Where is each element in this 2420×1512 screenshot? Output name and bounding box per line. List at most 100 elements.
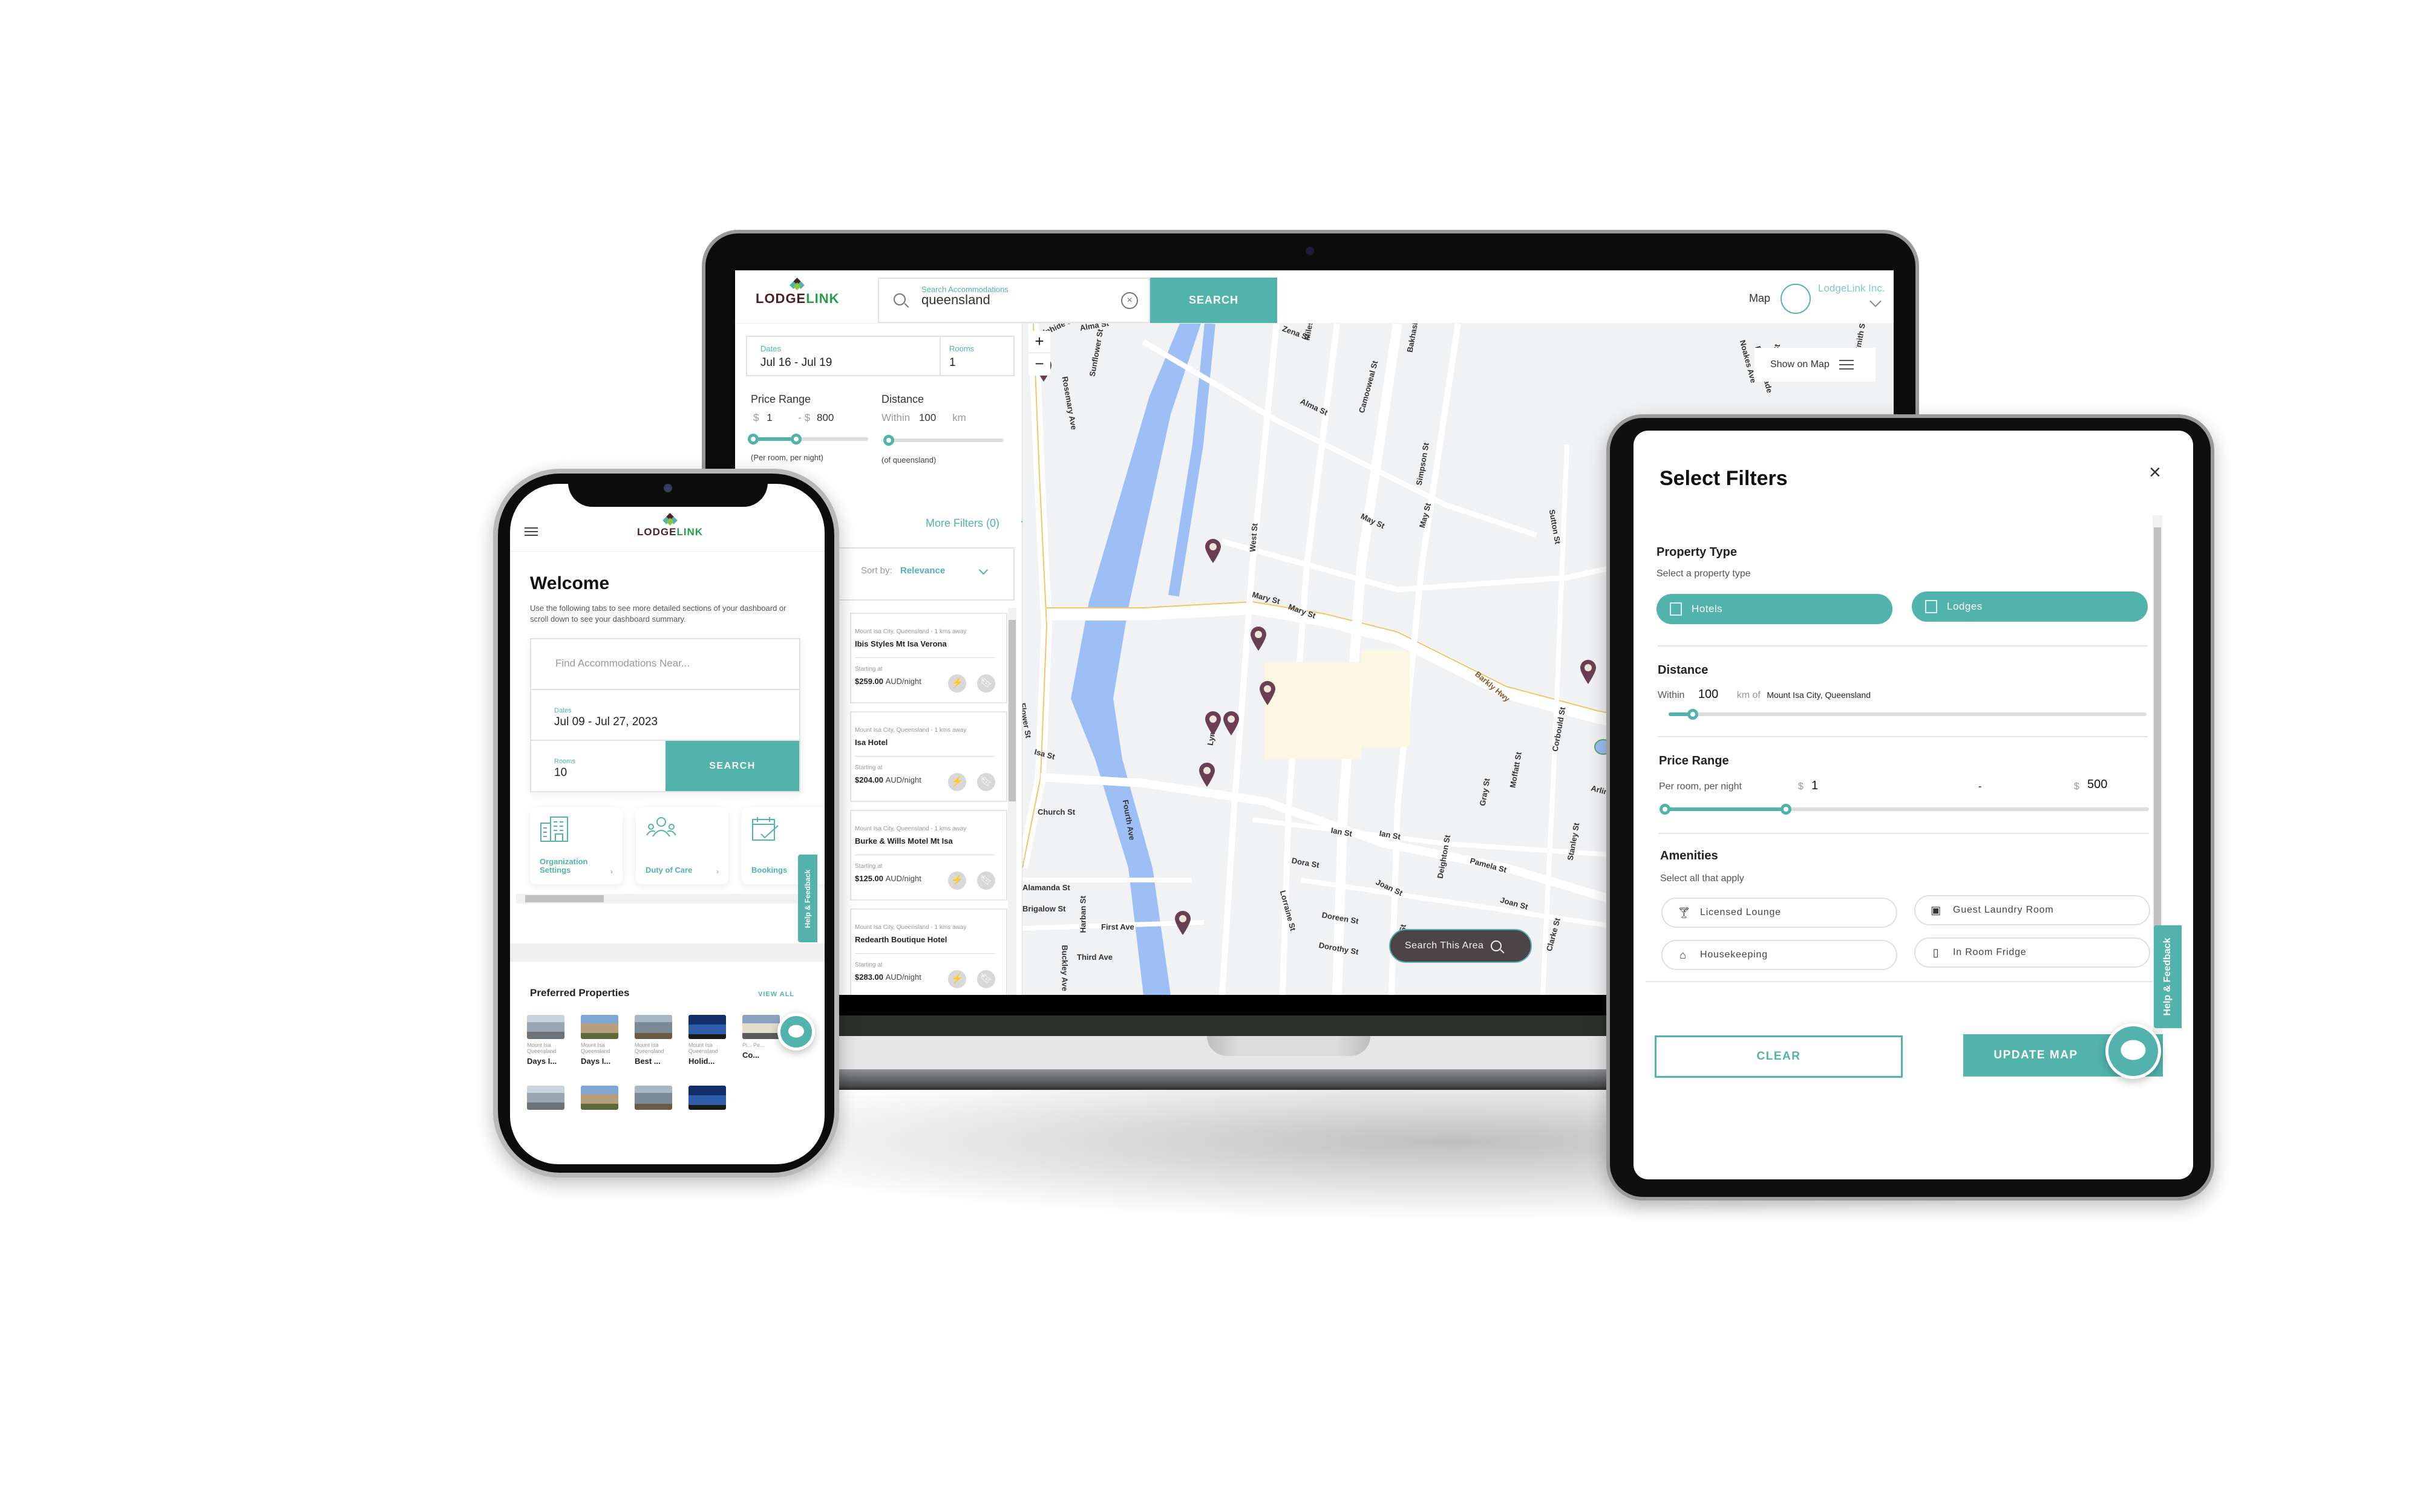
logo-mark-icon [661, 513, 679, 526]
rooms-field[interactable]: Rooms 10 [531, 741, 666, 791]
price-min[interactable]: 1 [1811, 779, 1818, 793]
bookmark-icon[interactable]: 🔖︎ [977, 872, 995, 890]
instant-book-icon[interactable]: ⚡ [948, 872, 966, 890]
bookmark-icon[interactable]: 🔖︎ [977, 773, 995, 791]
price-min[interactable]: 1 [767, 412, 772, 423]
scrollbar-thumb[interactable] [525, 895, 604, 902]
result-card[interactable]: Mount Isa City, Queensland - 1 kms away I… [850, 711, 1007, 802]
price-values[interactable]: Per room, per night $ 1 - $ 500 [1659, 778, 2143, 793]
property-card[interactable]: Pi... Pe... Co... [742, 1015, 780, 1060]
close-icon[interactable]: × [2149, 461, 2161, 484]
property-type-hotels[interactable]: Hotels [1656, 594, 1892, 624]
result-card[interactable]: Mount Isa City, Queensland - 1 kms away R… [850, 908, 1007, 995]
lodgelink-logo[interactable]: LODGELINK [756, 278, 840, 307]
clear-search-icon[interactable]: × [1121, 292, 1138, 309]
result-card[interactable]: Mount Isa City, Queensland - 1 kms away I… [850, 613, 1007, 703]
zoom-control[interactable]: + − [1028, 331, 1050, 376]
price-range-values[interactable]: $ 1 - $ 800 [753, 412, 834, 424]
search-value[interactable]: queensland [921, 292, 990, 308]
bookmark-icon[interactable]: 🔖︎ [977, 674, 995, 692]
distance-slider-handle[interactable] [1687, 709, 1698, 720]
chat-icon[interactable] [2105, 1023, 2161, 1079]
chevron-down-icon[interactable] [1869, 295, 1882, 307]
map-pin-icon[interactable] [1222, 711, 1240, 736]
property-card[interactable] [635, 1086, 672, 1110]
results-scrollbar[interactable] [1008, 608, 1016, 995]
tiles-horizontal-scrollbar[interactable] [516, 894, 806, 904]
tile-organization-settings[interactable]: Organization Settings › [530, 807, 623, 884]
dates-field[interactable]: Dates Jul 16 - Jul 19 [747, 337, 941, 375]
map-pin-icon[interactable] [1198, 762, 1216, 787]
map-pin-icon[interactable] [1174, 910, 1192, 936]
search-this-area-button[interactable]: Search This Area [1389, 929, 1532, 963]
amenity-housekeeping[interactable]: ⌂ Housekeeping [1661, 940, 1897, 970]
price-max[interactable]: 500 [2087, 778, 2107, 792]
scrollbar-thumb[interactable] [2154, 527, 2161, 963]
user-avatar[interactable] [1781, 284, 1811, 314]
instant-book-icon[interactable]: ⚡ [948, 773, 966, 791]
instant-book-icon[interactable]: ⚡ [948, 674, 966, 692]
show-on-map-button[interactable]: Show on Map [1754, 348, 1876, 382]
distance-values[interactable]: Within 100 km [881, 412, 966, 424]
scrollbar-thumb[interactable] [1009, 620, 1016, 801]
property-type-subtitle: Select a property type [1656, 569, 1751, 579]
view-all-link[interactable]: VIEW ALL [758, 991, 794, 998]
property-type-lodges[interactable]: Lodges [1912, 591, 2148, 622]
search-button[interactable]: SEARCH [666, 741, 799, 791]
map-pin-icon[interactable] [1258, 680, 1277, 706]
bookmark-icon[interactable]: 🔖︎ [977, 970, 995, 988]
result-name[interactable]: Ibis Styles Mt Isa Verona [855, 639, 947, 648]
section-divider [510, 943, 825, 962]
amenity-licensed-lounge[interactable]: 🍸︎ Licensed Lounge [1661, 898, 1897, 928]
amenity-guest-laundry-room[interactable]: ▣ Guest Laundry Room [1914, 895, 2150, 925]
distance-slider-track[interactable] [1669, 712, 2147, 716]
price-slider-max-handle[interactable] [791, 434, 802, 445]
dates-field[interactable]: Dates Jul 09 - Jul 27, 2023 [531, 690, 799, 741]
property-card[interactable] [527, 1086, 564, 1110]
chat-icon[interactable] [777, 1013, 815, 1051]
price-slider-max-handle[interactable] [1781, 804, 1791, 815]
property-card[interactable]: Mount Isa Queensland Best ... [635, 1015, 672, 1066]
map-pin-icon[interactable] [1204, 538, 1222, 564]
distance-slider-handle[interactable] [883, 435, 894, 446]
hamburger-menu-icon[interactable] [525, 527, 538, 536]
price-slider-min-handle[interactable] [748, 434, 759, 445]
property-card[interactable] [688, 1086, 726, 1110]
property-card[interactable]: Mount Isa Queensland Days I... [581, 1015, 618, 1066]
dates-rooms-field[interactable]: Dates Jul 16 - Jul 19 Rooms 1 [746, 336, 1015, 376]
result-name[interactable]: Redearth Boutique Hotel [855, 935, 947, 944]
search-input[interactable]: Search Accommodations queensland × [878, 278, 1150, 323]
map-pin-icon[interactable] [1204, 711, 1222, 736]
tile-duty-of-care[interactable]: Duty of Care › [636, 807, 728, 884]
map-pin-icon[interactable] [1249, 626, 1267, 651]
result-name[interactable]: Burke & Wills Motel Mt Isa [855, 836, 953, 846]
distance-value[interactable]: 100 [1698, 688, 1718, 701]
instant-book-icon[interactable]: ⚡ [948, 970, 966, 988]
amenity-in-room-fridge[interactable]: ▯ In Room Fridge [1914, 937, 2150, 968]
nav-map-link[interactable]: Map [1749, 292, 1770, 305]
price-unit: AUD/night [885, 874, 921, 883]
rooms-field[interactable]: Rooms 1 [941, 337, 1013, 375]
property-card[interactable]: Mount Isa Queensland Holid... [688, 1015, 726, 1066]
lodgelink-logo[interactable]: LODGELINK [637, 513, 703, 538]
distance-values[interactable]: Within 100 km of Mount Isa City, Queensl… [1658, 688, 2142, 702]
help-feedback-tab[interactable]: Help & Feedback [2154, 925, 2182, 1028]
clear-button[interactable]: CLEAR [1655, 1035, 1903, 1078]
find-accommodations-input[interactable]: Find Accommodations Near... [531, 639, 799, 690]
distance-slider-track[interactable] [889, 438, 1004, 442]
zoom-in-button[interactable]: + [1028, 331, 1050, 353]
property-card[interactable] [581, 1086, 618, 1110]
result-card[interactable]: Mount Isa City, Queensland - 1 kms away B… [850, 810, 1007, 901]
price-max[interactable]: 800 [817, 412, 834, 423]
zoom-out-button[interactable]: − [1028, 353, 1050, 376]
divider [1658, 736, 2148, 737]
result-name[interactable]: Isa Hotel [855, 738, 888, 747]
price-slider-min-handle[interactable] [1660, 804, 1670, 815]
distance-value[interactable]: 100 [919, 412, 936, 423]
more-filters-link[interactable]: More Filters (0) [926, 516, 1031, 530]
help-feedback-tab[interactable]: Help & Feedback [798, 855, 817, 942]
org-name[interactable]: LodgeLink Inc. [1818, 282, 1885, 295]
search-button[interactable]: SEARCH [1150, 278, 1277, 323]
property-card[interactable]: Mount Isa Queensland Days I... [527, 1015, 564, 1066]
map-pin-icon[interactable] [1579, 659, 1597, 685]
